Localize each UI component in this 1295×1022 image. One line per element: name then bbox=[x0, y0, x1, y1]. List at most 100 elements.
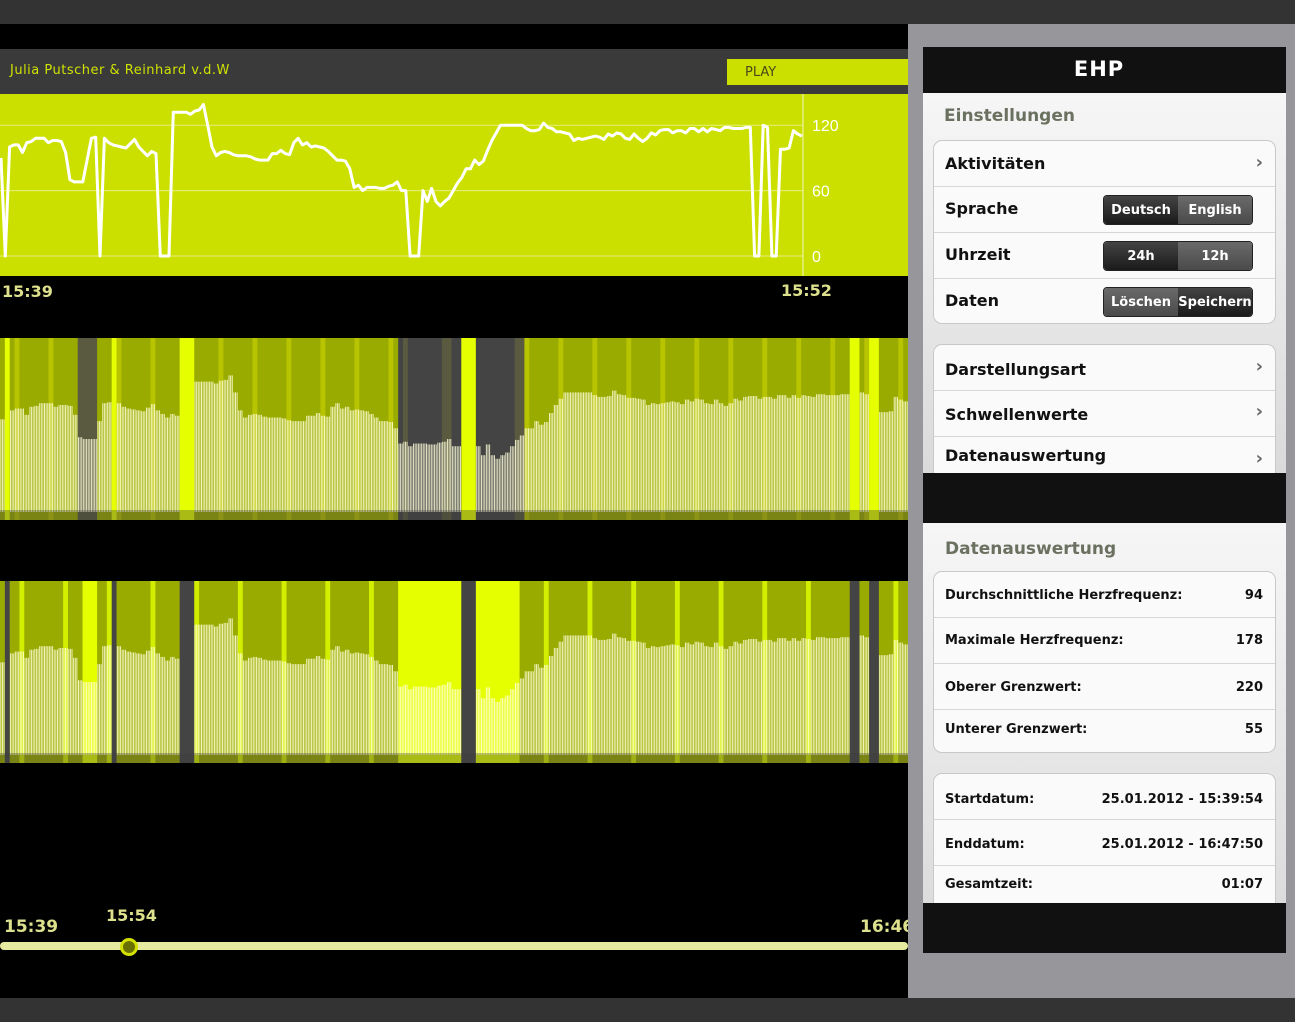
bars2-column-39 bbox=[189, 581, 195, 763]
bars2-column-23 bbox=[111, 581, 118, 763]
time-toggle: 24h 12h bbox=[1103, 241, 1253, 271]
chart-start-time: 15:39 bbox=[2, 282, 53, 301]
bars1-column-23 bbox=[111, 338, 118, 520]
stat-row-upper: Oberer Grenzwert: 220 bbox=[934, 664, 1275, 710]
start-date-label: Startdatum: bbox=[945, 792, 1035, 807]
timeline-end: 16:46 bbox=[860, 917, 908, 937]
stat-row-max: Maximale Herzfrequenz: 178 bbox=[934, 618, 1275, 664]
time-12h-button[interactable]: 12h bbox=[1178, 242, 1252, 270]
bars2-baseline bbox=[0, 753, 908, 763]
bars1-column-96 bbox=[466, 338, 472, 520]
max-hr-label: Maximale Herzfrequenz: bbox=[945, 633, 1124, 648]
date-row-start: Startdatum: 25.01.2012 - 15:39:54 bbox=[934, 774, 1275, 820]
bottom-bar bbox=[0, 998, 1295, 1022]
row-activities[interactable]: Aktivitäten › bbox=[934, 141, 1275, 187]
lower-limit-value: 55 bbox=[1244, 722, 1263, 737]
delete-data-button[interactable]: Löschen bbox=[1104, 288, 1178, 316]
stats-group: Durchschnittliche Herzfrequenz: 94 Maxim… bbox=[933, 571, 1276, 753]
row-time: Uhrzeit 24h 12h bbox=[934, 233, 1275, 279]
bars2-column-176 bbox=[854, 581, 861, 763]
stat-row-average: Durchschnittliche Herzfrequenz: 94 bbox=[934, 572, 1275, 618]
bars2-column-95 bbox=[461, 581, 467, 763]
dates-group: Startdatum: 25.01.2012 - 15:39:54 Enddat… bbox=[933, 773, 1276, 903]
bar-visualization-1 bbox=[0, 338, 908, 520]
chart-end-time: 15:52 bbox=[781, 281, 832, 300]
bars2-column-175 bbox=[849, 581, 856, 763]
bars1-column-97 bbox=[470, 338, 477, 520]
save-data-button[interactable]: Speichern bbox=[1178, 288, 1252, 316]
bars2-column-97 bbox=[470, 581, 477, 763]
bars2-column-37 bbox=[179, 581, 186, 763]
activities-label: Aktivitäten bbox=[945, 154, 1046, 173]
heart-rate-svg: 0 60 120 bbox=[0, 94, 839, 276]
settings-group: Aktivitäten › Sprache Deutsch English Uh… bbox=[933, 140, 1276, 324]
bars1-column-180 bbox=[874, 338, 880, 520]
navigation-group: Darstellungsart › Schwellenwerte › Daten… bbox=[933, 344, 1276, 473]
bar-visualization-2-svg bbox=[0, 581, 908, 763]
display-mode-label: Darstellungsart bbox=[945, 360, 1087, 379]
settings-area: Einstellungen Aktivitäten › Sprache Deut… bbox=[923, 93, 1286, 473]
bar-visualization-2 bbox=[0, 581, 908, 763]
upper-limit-value: 220 bbox=[1235, 680, 1263, 695]
data-label: Daten bbox=[945, 291, 999, 310]
max-hr-value: 178 bbox=[1235, 633, 1263, 648]
bars1-column-179 bbox=[869, 338, 875, 520]
visualization-area: Julia Putscher & Reinhard v.d.W PLAY 0 60… bbox=[0, 24, 908, 998]
panel-separator bbox=[923, 473, 1286, 523]
evaluation-label: Datenauswertung bbox=[945, 446, 1107, 465]
heart-rate-chart: 0 60 120 bbox=[0, 94, 908, 276]
heart-rate-line bbox=[0, 103, 803, 258]
lower-limit-label: Unterer Grenzwert: bbox=[945, 722, 1088, 737]
y-tick-label-2: 120 bbox=[812, 118, 839, 135]
total-time-value: 01:07 bbox=[1221, 877, 1263, 892]
language-deutsch-button[interactable]: Deutsch bbox=[1104, 196, 1178, 224]
panel-title: EHP bbox=[1073, 57, 1125, 81]
thresholds-label: Schwellenwerte bbox=[945, 405, 1089, 424]
bars2-column-1 bbox=[4, 581, 11, 763]
date-row-end: Enddatum: 25.01.2012 - 16:47:50 bbox=[934, 820, 1275, 866]
timeline-slider-knob[interactable] bbox=[120, 938, 138, 956]
bars1-column-1 bbox=[4, 338, 11, 520]
date-row-total: Gesamtzeit: 01:07 bbox=[934, 866, 1275, 903]
row-data: Daten Löschen Speichern bbox=[934, 279, 1275, 323]
bars1-column-95 bbox=[461, 338, 467, 520]
bars1-column-176 bbox=[854, 338, 861, 520]
evaluation-title: Datenauswertung bbox=[945, 539, 1117, 559]
y-tick-label-1: 60 bbox=[812, 184, 830, 201]
language-label: Sprache bbox=[945, 199, 1019, 218]
time-label: Uhrzeit bbox=[945, 245, 1011, 264]
play-button[interactable]: PLAY bbox=[727, 59, 908, 85]
row-thresholds[interactable]: Schwellenwerte › bbox=[934, 391, 1275, 437]
panel-footer bbox=[923, 903, 1286, 953]
start-date-value: 25.01.2012 - 15:39:54 bbox=[1101, 792, 1263, 807]
row-language: Sprache Deutsch English bbox=[934, 187, 1275, 233]
upper-limit-label: Oberer Grenzwert: bbox=[945, 680, 1082, 695]
avg-hr-label: Durchschnittliche Herzfrequenz: bbox=[945, 588, 1183, 603]
bars1-column-39 bbox=[189, 338, 195, 520]
bars2-column-180 bbox=[874, 581, 880, 763]
evaluation-area: Datenauswertung Durchschnittliche Herzfr… bbox=[923, 523, 1286, 903]
time-24h-button[interactable]: 24h bbox=[1104, 242, 1178, 270]
avg-hr-value: 94 bbox=[1244, 588, 1263, 603]
bars1-baseline bbox=[0, 510, 908, 520]
bars1-column-175 bbox=[849, 338, 856, 520]
chevron-right-icon: › bbox=[1255, 448, 1263, 469]
row-display-mode[interactable]: Darstellungsart › bbox=[934, 345, 1275, 391]
bar-visualization-1-svg bbox=[0, 338, 908, 520]
bars1-column-37 bbox=[179, 338, 186, 520]
timeline-current: 15:54 bbox=[106, 906, 157, 925]
y-tick-label-0: 0 bbox=[812, 249, 821, 266]
bars1-column-38 bbox=[184, 338, 190, 520]
row-evaluation[interactable]: Datenauswertung › bbox=[934, 437, 1275, 473]
artist-name: Julia Putscher & Reinhard v.d.W bbox=[10, 63, 230, 78]
chevron-right-icon: › bbox=[1255, 356, 1263, 377]
bars2-column-96 bbox=[466, 581, 472, 763]
chevron-right-icon: › bbox=[1255, 152, 1263, 173]
language-english-button[interactable]: English bbox=[1178, 196, 1252, 224]
total-time-label: Gesamtzeit: bbox=[945, 877, 1034, 892]
timeline-start: 15:39 bbox=[4, 917, 59, 937]
stat-row-lower: Unterer Grenzwert: 55 bbox=[934, 710, 1275, 752]
end-date-label: Enddatum: bbox=[945, 837, 1025, 852]
bars2-column-179 bbox=[869, 581, 875, 763]
bars2-column-38 bbox=[184, 581, 190, 763]
